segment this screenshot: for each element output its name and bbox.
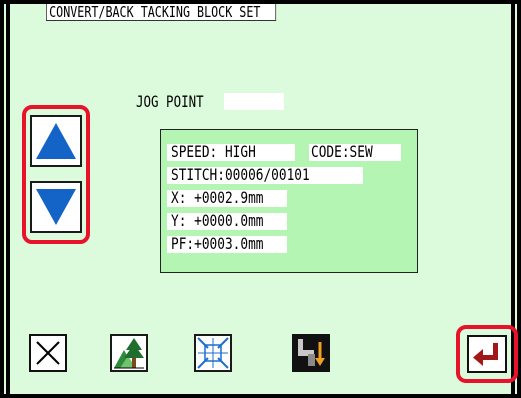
- speed-text: SPEED: HIGH: [171, 142, 256, 161]
- left-frame-stripe: [4, 4, 6, 394]
- cancel-button[interactable]: [29, 334, 67, 372]
- pf-position-text: PF:+0003.0mm: [171, 234, 264, 253]
- stitch-count-text: STITCH:00006/00101: [171, 165, 310, 184]
- machine-feed-icon: [298, 339, 325, 366]
- feed-mode-button[interactable]: [292, 334, 330, 372]
- screen-title: CONVERT/BACK TACKING BLOCK SET: [46, 4, 277, 21]
- up-button[interactable]: [30, 115, 82, 167]
- stitch-info-panel: SPEED: HIGH CODE:SEW STITCH:00006/00101 …: [160, 129, 418, 273]
- enter-icon: [473, 343, 498, 366]
- x-position-text: X: +0002.9mm: [171, 188, 264, 207]
- jog-point-field: [224, 93, 284, 110]
- code-text: CODE:SEW: [311, 142, 373, 161]
- down-arrow-icon: [36, 189, 76, 225]
- tree-pattern-icon: [114, 338, 144, 369]
- close-icon: [36, 341, 60, 365]
- jog-point-label: JOG POINT: [136, 92, 204, 111]
- y-position-text: Y: +0000.0mm: [171, 211, 264, 230]
- center-zoom-icon: [197, 337, 229, 369]
- center-view-button[interactable]: [194, 334, 232, 372]
- up-arrow-icon: [36, 123, 76, 159]
- pattern-view-button[interactable]: [110, 334, 148, 372]
- down-button[interactable]: [30, 181, 82, 233]
- enter-button[interactable]: [467, 335, 507, 373]
